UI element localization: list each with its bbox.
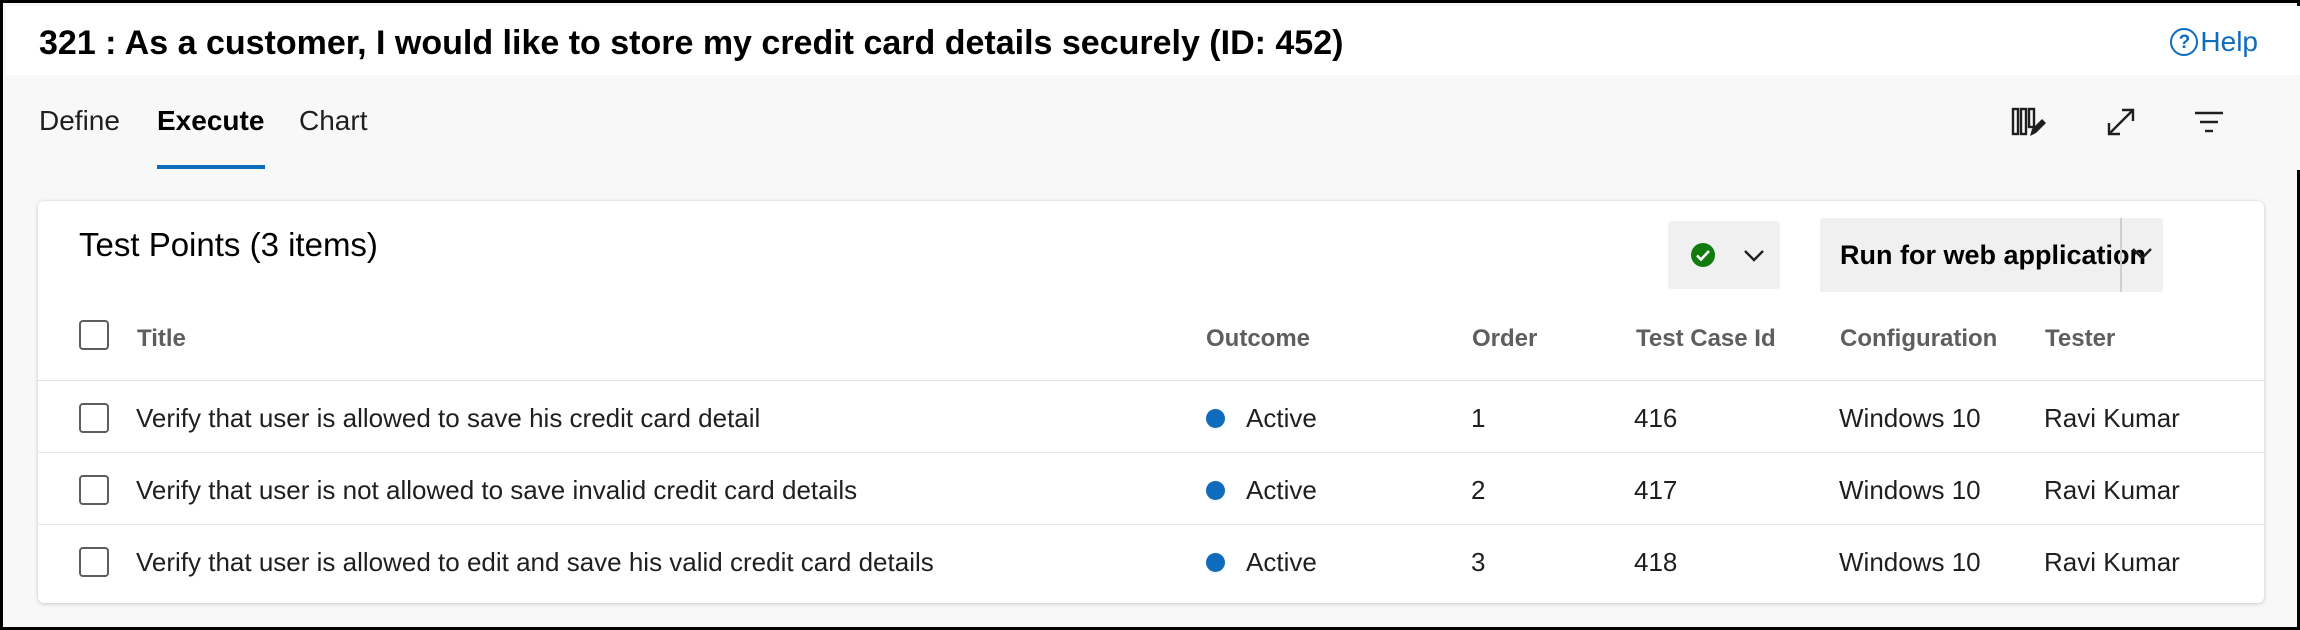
run-button-label: Run for web application bbox=[1840, 240, 2147, 270]
chevron-down-icon bbox=[1744, 250, 1764, 262]
row-test-case-id: 417 bbox=[1634, 475, 1678, 505]
row-order: 3 bbox=[1471, 547, 1486, 577]
table-header: Title Outcome Order Test Case Id Configu… bbox=[38, 301, 2264, 381]
row-outcome: Active bbox=[1246, 547, 1317, 577]
page-title: 321 : As a customer, I would like to sto… bbox=[39, 24, 1344, 62]
row-tester: Ravi Kumar bbox=[2044, 475, 2180, 505]
row-title: Verify that user is allowed to save his … bbox=[136, 403, 761, 433]
green-check-icon bbox=[1691, 243, 1715, 267]
tab-chart[interactable]: Chart bbox=[299, 105, 367, 137]
row-configuration: Windows 10 bbox=[1839, 403, 1981, 433]
row-tester: Ravi Kumar bbox=[2044, 547, 2180, 577]
column-header-title[interactable]: Title bbox=[137, 325, 186, 353]
column-header-test-case-id[interactable]: Test Case Id bbox=[1636, 325, 1776, 353]
row-order: 2 bbox=[1471, 475, 1486, 505]
row-configuration: Windows 10 bbox=[1839, 547, 1981, 577]
filter-icon[interactable] bbox=[2189, 102, 2229, 142]
table-row[interactable]: Verify that user is allowed to save his … bbox=[38, 381, 2264, 453]
tab-bar: Define Execute Chart bbox=[6, 75, 2300, 170]
table-row[interactable]: Verify that user is not allowed to save … bbox=[38, 453, 2264, 525]
row-outcome: Active bbox=[1246, 403, 1317, 433]
select-all-checkbox[interactable] bbox=[79, 320, 109, 350]
table-row[interactable]: Verify that user is allowed to edit and … bbox=[38, 525, 2264, 597]
column-options-icon[interactable] bbox=[2009, 102, 2049, 142]
tab-execute[interactable]: Execute bbox=[157, 105, 264, 137]
column-header-tester[interactable]: Tester bbox=[2045, 325, 2115, 353]
test-points-panel: Test Points (3 items) Run for web applic… bbox=[38, 201, 2264, 603]
row-tester: Ravi Kumar bbox=[2044, 403, 2180, 433]
expand-icon[interactable] bbox=[2101, 102, 2141, 142]
row-title: Verify that user is allowed to edit and … bbox=[136, 547, 934, 577]
question-circle-icon: ? bbox=[2170, 28, 2199, 56]
active-status-dot bbox=[1206, 409, 1225, 428]
title-bar: 321 : As a customer, I would like to sto… bbox=[6, 6, 2300, 75]
split-divider bbox=[2120, 218, 2122, 292]
row-configuration: Windows 10 bbox=[1839, 475, 1981, 505]
chevron-down-icon[interactable] bbox=[2128, 240, 2156, 268]
row-order: 1 bbox=[1471, 403, 1486, 433]
column-header-outcome[interactable]: Outcome bbox=[1206, 325, 1310, 353]
row-test-case-id: 416 bbox=[1634, 403, 1678, 433]
row-checkbox[interactable] bbox=[79, 403, 109, 433]
run-button[interactable]: Run for web application bbox=[1820, 218, 2163, 292]
panel-title: Test Points (3 items) bbox=[79, 226, 378, 263]
column-header-order[interactable]: Order bbox=[1472, 325, 1537, 353]
active-status-dot bbox=[1206, 481, 1225, 500]
row-title: Verify that user is not allowed to save … bbox=[136, 475, 858, 505]
tab-define[interactable]: Define bbox=[39, 105, 120, 137]
mark-outcome-button[interactable] bbox=[1668, 221, 1780, 289]
column-header-configuration[interactable]: Configuration bbox=[1840, 325, 1997, 353]
row-outcome: Active bbox=[1246, 475, 1317, 505]
row-checkbox[interactable] bbox=[79, 547, 109, 577]
window-frame: 321 : As a customer, I would like to sto… bbox=[0, 0, 2300, 630]
row-test-case-id: 418 bbox=[1634, 547, 1678, 577]
row-checkbox[interactable] bbox=[79, 475, 109, 505]
help-link[interactable]: ? Help bbox=[2170, 26, 2258, 58]
help-label: Help bbox=[2200, 26, 2258, 57]
active-status-dot bbox=[1206, 553, 1225, 572]
active-tab-indicator bbox=[157, 165, 265, 169]
